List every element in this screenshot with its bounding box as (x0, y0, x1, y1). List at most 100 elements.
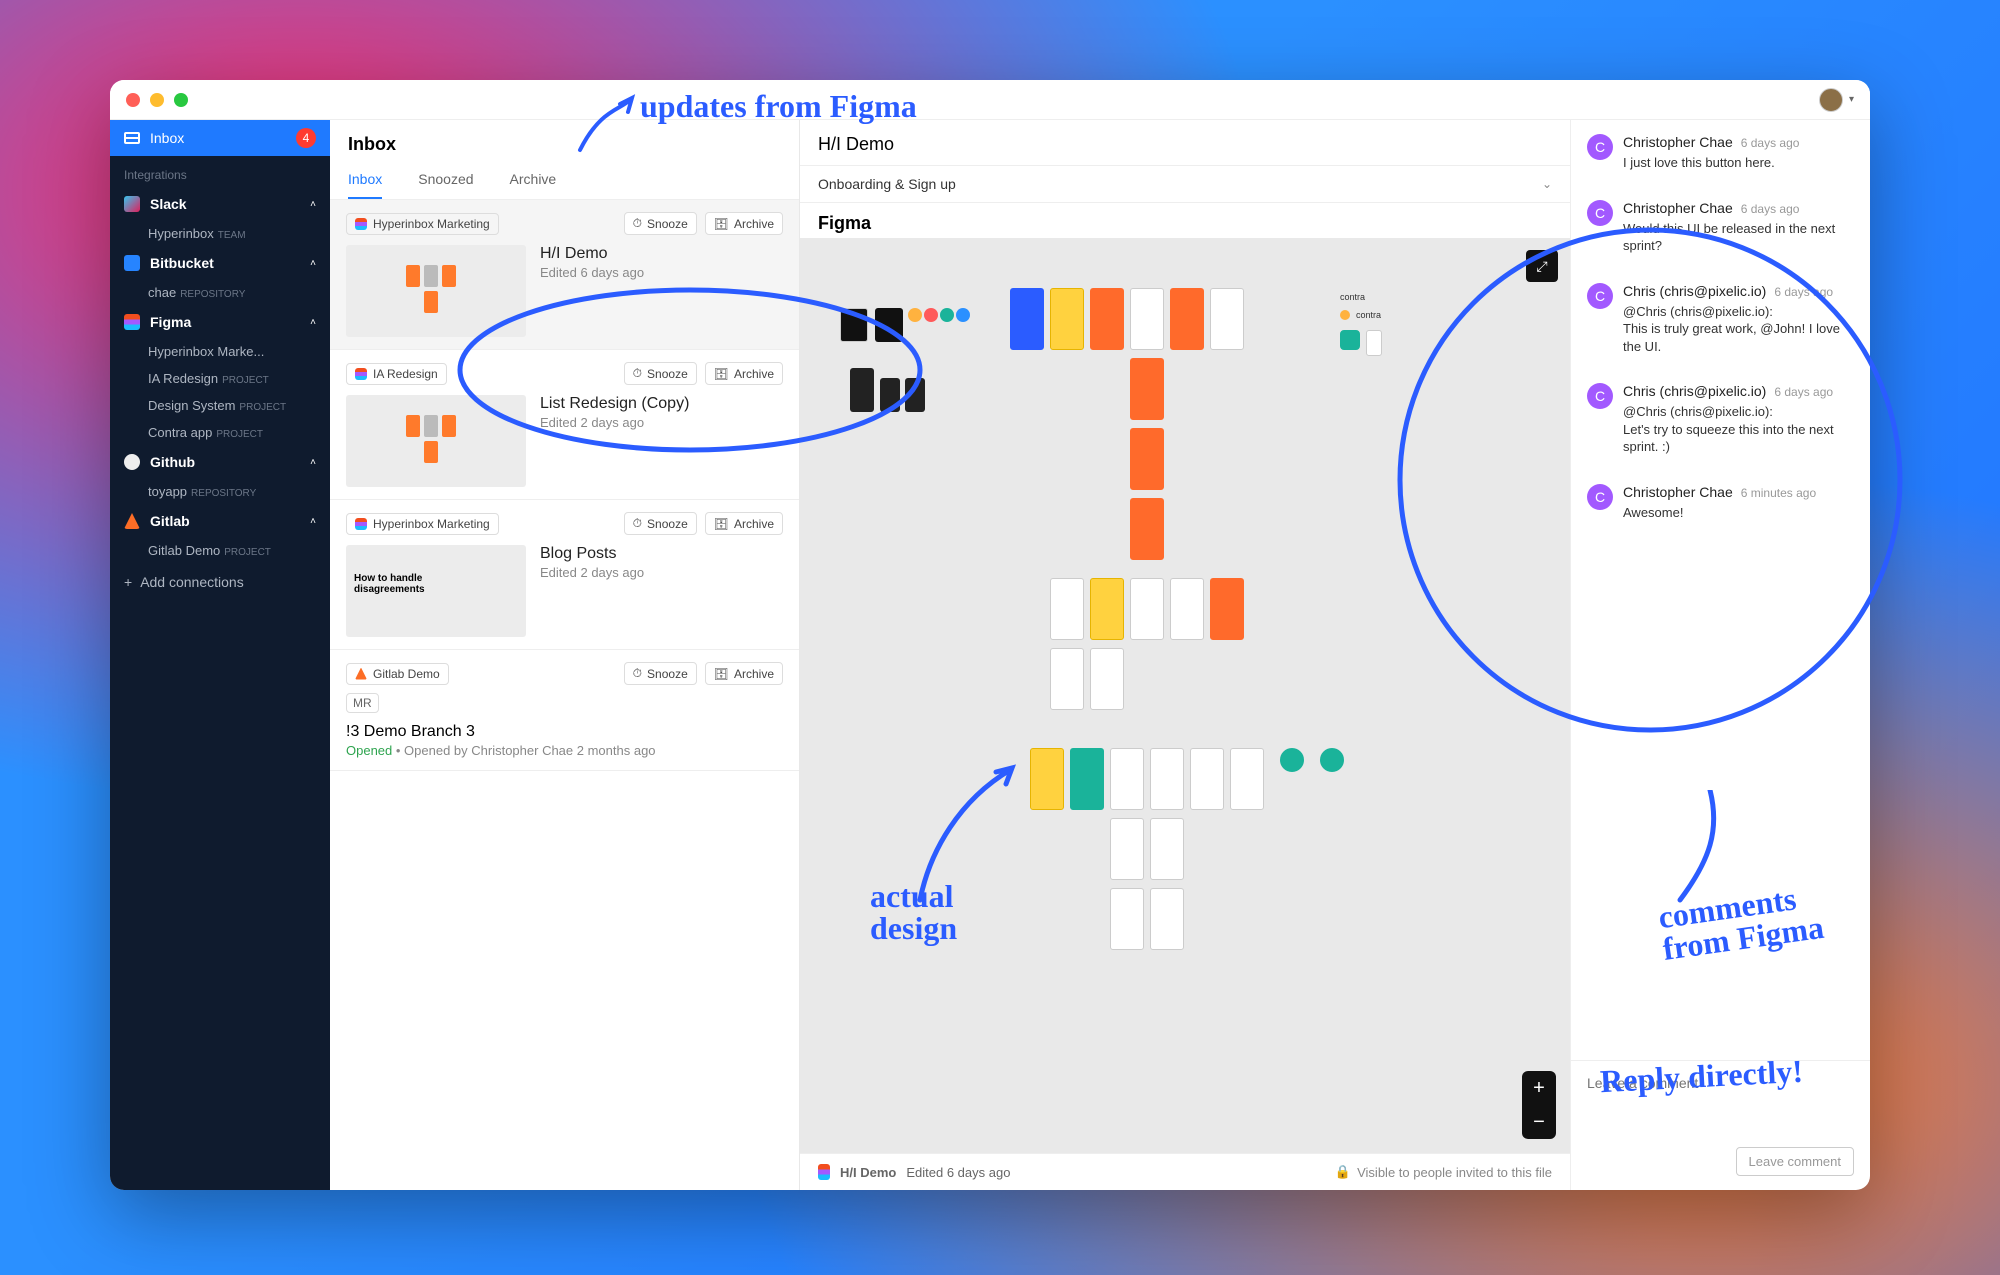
sidebar-item-label: chae (148, 285, 176, 300)
gh-icon (124, 454, 140, 470)
comment-author: Christopher Chae (1623, 200, 1733, 216)
footer-edited: Edited 6 days ago (906, 1165, 1010, 1180)
sidebar-item[interactable]: IA RedesignPROJECT (110, 365, 330, 392)
project-chip: Hyperinbox Marketing (346, 513, 499, 535)
comment-time: 6 minutes ago (1741, 486, 1816, 500)
sidebar-item-tag: PROJECT (216, 429, 263, 440)
comment-time: 6 days ago (1741, 136, 1800, 150)
sidebar-item[interactable]: Hyperinbox TEAM (110, 220, 330, 247)
comment-text: Would this UI be released in the next sp… (1623, 220, 1854, 255)
avatar (1819, 88, 1843, 112)
leave-comment-button[interactable]: Leave comment (1736, 1147, 1855, 1176)
archive-button[interactable]: 🗄Archive (705, 512, 783, 535)
maximize-icon[interactable] (174, 93, 188, 107)
project-chip: Gitlab Demo (346, 663, 449, 685)
integrations-header: Integrations (110, 156, 330, 188)
snooze-button[interactable]: ⏱Snooze (624, 362, 697, 385)
sidebar-item[interactable]: Gitlab DemoPROJECT (110, 537, 330, 564)
user-menu[interactable]: ▾ (1819, 88, 1854, 112)
plus-icon: + (124, 574, 132, 590)
figma-canvas[interactable]: ⤢ contra contra (800, 238, 1570, 1153)
zoom-out-button[interactable]: − (1522, 1105, 1556, 1139)
sidebar-item-tag: TEAM (218, 230, 246, 241)
sidebar-group-github[interactable]: Github˄ (110, 446, 330, 478)
chevron-down-icon: ▾ (1849, 94, 1854, 105)
titlebar: ▾ (110, 80, 1870, 120)
sidebar-item-label: Design System (148, 398, 235, 413)
archive-button[interactable]: 🗄Archive (705, 212, 783, 235)
add-connections[interactable]: + Add connections (110, 564, 330, 600)
gl-icon (355, 668, 367, 680)
detail-title: H/I Demo (800, 120, 1570, 165)
project-chip: Hyperinbox Marketing (346, 213, 499, 235)
sidebar-item[interactable]: Hyperinbox Marke... (110, 338, 330, 365)
sidebar-item[interactable]: chaeREPOSITORY (110, 279, 330, 306)
sidebar-group-gitlab[interactable]: Gitlab˄ (110, 505, 330, 537)
card-subtitle: Edited 2 days ago (540, 565, 644, 580)
comment: C Chris (chris@pixelic.io)6 days ago @Ch… (1571, 369, 1870, 470)
inbox-card[interactable]: Gitlab Demo ⏱Snooze 🗄Archive MR !3 Demo … (330, 650, 799, 771)
sidebar-item[interactable]: Design System PROJECT (110, 392, 330, 419)
sidebar-inbox[interactable]: Inbox 4 (110, 120, 330, 156)
inbox-card[interactable]: Hyperinbox Marketing ⏱Snooze 🗄Archive H/… (330, 200, 799, 350)
chevron-down-icon: ⌄ (1542, 177, 1552, 191)
tab-snoozed[interactable]: Snoozed (418, 163, 473, 199)
detail-section[interactable]: Onboarding & Sign up ⌄ (800, 165, 1570, 203)
comment-time: 6 days ago (1741, 202, 1800, 216)
project-chip: IA Redesign (346, 363, 447, 385)
comments-panel: C Christopher Chae6 days ago I just love… (1570, 120, 1870, 1190)
sidebar-item-label: Hyperinbox (148, 226, 214, 241)
sidebar-item[interactable]: Contra appPROJECT (110, 419, 330, 446)
archive-button[interactable]: 🗄Archive (705, 362, 783, 385)
close-icon[interactable] (126, 93, 140, 107)
canvas-title: Figma (800, 203, 1570, 238)
comment-text: @Chris (chris@pixelic.io):This is truly … (1623, 303, 1854, 356)
sidebar-group-bitbucket[interactable]: Bitbucket ˄ (110, 247, 330, 279)
gl-icon (124, 513, 140, 529)
comment-time: 6 days ago (1774, 385, 1833, 399)
figma-icon (355, 368, 367, 380)
card-subtitle: Edited 2 days ago (540, 415, 689, 430)
minimize-icon[interactable] (150, 93, 164, 107)
tab-archive[interactable]: Archive (510, 163, 557, 199)
archive-icon: 🗄 (714, 517, 729, 531)
sidebar-group-figma[interactable]: Figma˄ (110, 306, 330, 338)
inbox-card[interactable]: Hyperinbox Marketing ⏱Snooze 🗄Archive Ho… (330, 500, 799, 650)
sidebar-item-tag: PROJECT (239, 402, 286, 413)
visibility-info: 🔒 Visible to people invited to this file (1335, 1164, 1552, 1180)
comment-time: 6 days ago (1774, 285, 1833, 299)
card-thumbnail (346, 245, 526, 337)
comment-text: @Chris (chris@pixelic.io):Let's try to s… (1623, 403, 1854, 456)
card-title: List Redesign (Copy) (540, 395, 689, 413)
card-title: !3 Demo Branch 3 (346, 723, 783, 741)
comment-text: Awesome! (1623, 504, 1854, 522)
snooze-button[interactable]: ⏱Snooze (624, 512, 697, 535)
snooze-button[interactable]: ⏱Snooze (624, 662, 697, 685)
bb-icon (124, 255, 140, 271)
footer-file-name: H/I Demo (840, 1165, 896, 1180)
snooze-button[interactable]: ⏱Snooze (624, 212, 697, 235)
zoom-controls: + − (1522, 1071, 1556, 1139)
card-thumbnail (346, 395, 526, 487)
zoom-in-button[interactable]: + (1522, 1071, 1556, 1105)
sidebar-item[interactable]: toyappREPOSITORY (110, 478, 330, 505)
chevron-up-icon: ˄ (310, 199, 316, 210)
list-header: Inbox (330, 120, 799, 163)
figma-icon (355, 518, 367, 530)
tab-inbox[interactable]: Inbox (348, 163, 382, 199)
sidebar-item-label: IA Redesign (148, 371, 218, 386)
archive-button[interactable]: 🗄Archive (705, 662, 783, 685)
inbox-card[interactable]: IA Redesign ⏱Snooze 🗄Archive List Redesi… (330, 350, 799, 500)
detail-footer: H/I Demo Edited 6 days ago 🔒 Visible to … (800, 1153, 1570, 1190)
sidebar-group-label: Github (150, 454, 195, 470)
expand-button[interactable]: ⤢ (1526, 250, 1558, 282)
sidebar-group-slack[interactable]: Slack ˄ (110, 188, 330, 220)
sidebar-group-label: Slack (150, 196, 187, 212)
card-meta: Opened • Opened by Christopher Chae 2 mo… (346, 743, 783, 758)
inbox-badge: 4 (296, 128, 316, 148)
sidebar-group-label: Bitbucket (150, 255, 214, 271)
comment: C Chris (chris@pixelic.io)6 days ago @Ch… (1571, 269, 1870, 370)
comment-input[interactable] (1587, 1075, 1854, 1091)
sidebar-group-label: Figma (150, 314, 191, 330)
chevron-up-icon: ˄ (310, 258, 316, 269)
